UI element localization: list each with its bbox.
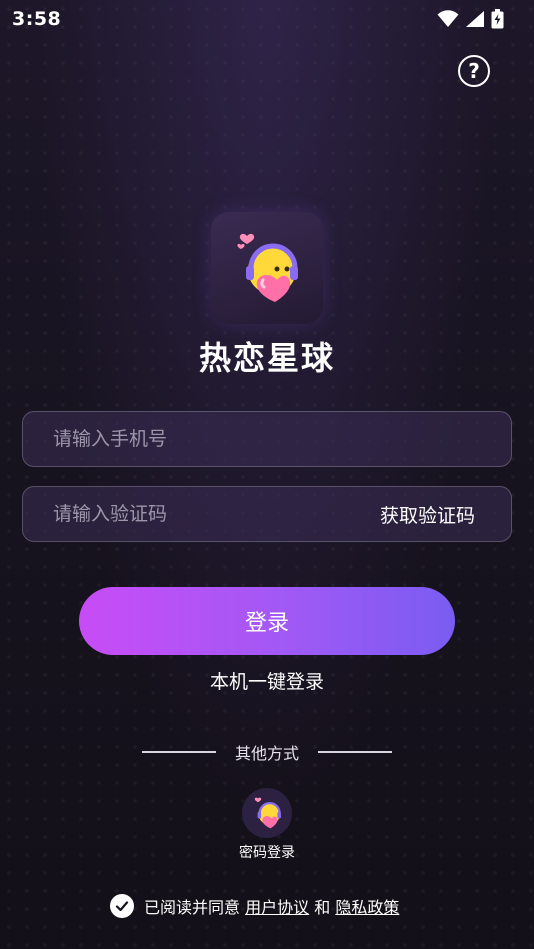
other-methods-divider: 其他方式 (142, 740, 392, 764)
mini-logo-icon (254, 797, 281, 829)
battery-icon (491, 9, 504, 29)
status-time: 3:58 (12, 8, 62, 30)
password-login-option[interactable]: 密码登录 (227, 788, 307, 862)
password-login-label: 密码登录 (239, 845, 295, 861)
agreement-row: 已阅读并同意 用户协议 和 隐私政策 (110, 893, 399, 919)
help-icon[interactable]: ? (458, 55, 490, 87)
divider-line-right (317, 751, 392, 753)
agreement-and: 和 (314, 898, 331, 917)
code-input[interactable] (53, 503, 380, 525)
checkbox-checked-icon[interactable] (110, 894, 134, 918)
user-agreement-link[interactable]: 用户协议 (245, 898, 309, 917)
agreement-prefix: 已阅读并同意 (144, 898, 241, 917)
status-bar: 3:58 (0, 0, 534, 38)
privacy-policy-link[interactable]: 隐私政策 (335, 898, 399, 917)
phone-input[interactable] (53, 428, 475, 450)
password-login-icon[interactable] (242, 788, 292, 838)
code-field[interactable]: 获取验证码 (22, 486, 512, 542)
app-title: 热恋星球 (198, 339, 335, 377)
divider-line-left (142, 751, 216, 753)
signal-icon (466, 11, 484, 27)
phone-field[interactable] (22, 411, 512, 467)
one-key-login-link[interactable]: 本机一键登录 (0, 667, 534, 694)
app-logo (211, 212, 323, 324)
status-icons (437, 9, 504, 29)
agreement-text: 已阅读并同意 用户协议 和 隐私政策 (144, 894, 399, 918)
wifi-icon (437, 10, 459, 27)
divider-label: 其他方式 (234, 744, 299, 763)
login-button[interactable]: 登录 (79, 587, 455, 655)
get-code-button[interactable]: 获取验证码 (380, 501, 475, 528)
app-logo-icon (237, 233, 298, 302)
